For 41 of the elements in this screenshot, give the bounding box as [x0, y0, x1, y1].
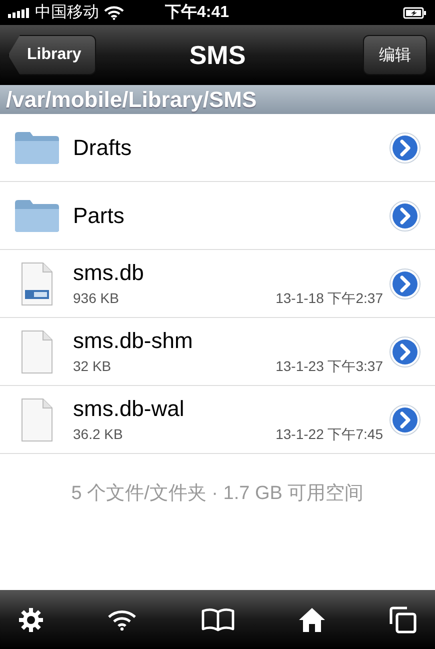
settings-icon[interactable] [18, 606, 44, 632]
edit-button[interactable]: 编辑 [363, 35, 427, 75]
carrier-name: 中国移动 [35, 2, 99, 23]
item-name: sms.db-wal [73, 396, 186, 422]
modified-date: 13-1-22 下午7:45 [276, 426, 383, 444]
file-row[interactable]: Drafts [0, 114, 435, 182]
path-header: /var/mobile/Library/SMS [0, 85, 435, 114]
file-row[interactable]: sms.db-wal 36.2 KB 13-1-22 下午7:45 [0, 386, 435, 454]
file-icon [20, 398, 54, 442]
disclosure-icon[interactable] [389, 132, 421, 164]
home-icon[interactable] [298, 606, 326, 632]
item-name: sms.db-shm [73, 328, 194, 354]
file-size: 36.2 KB [73, 426, 123, 444]
wifi-icon[interactable] [107, 608, 138, 630]
modified-date: 13-1-23 下午3:37 [276, 358, 383, 376]
modified-date: 13-1-18 下午2:37 [276, 290, 383, 308]
file-size: 936 KB [73, 290, 119, 308]
folder-icon [14, 198, 60, 232]
folder-icon [14, 130, 60, 164]
file-row[interactable]: sms.db 936 KB 13-1-18 下午2:37 [0, 250, 435, 318]
item-name: sms.db [73, 260, 145, 286]
file-row[interactable]: Parts [0, 182, 435, 250]
file-icon [20, 330, 54, 374]
item-name: Drafts [73, 134, 133, 160]
clock-time: 下午4:41 [165, 2, 230, 23]
database-file-icon [20, 262, 54, 306]
signal-icon [8, 8, 30, 18]
back-button[interactable]: Library [8, 35, 96, 75]
file-size: 32 KB [73, 358, 112, 376]
screen-title: SMS [189, 40, 246, 70]
windows-icon[interactable] [389, 606, 417, 634]
disclosure-icon[interactable] [389, 404, 421, 436]
book-icon[interactable] [200, 608, 234, 632]
disclosure-icon[interactable] [389, 336, 421, 368]
disclosure-icon[interactable] [389, 200, 421, 232]
wifi-icon [104, 6, 124, 20]
disclosure-icon[interactable] [389, 268, 421, 300]
item-name: Parts [73, 202, 126, 228]
battery-icon [403, 6, 427, 18]
file-row[interactable]: sms.db-shm 32 KB 13-1-23 下午3:37 [0, 318, 435, 386]
storage-summary: 5 个文件/文件夹 · 1.7 GB 可用空间 [70, 482, 365, 506]
